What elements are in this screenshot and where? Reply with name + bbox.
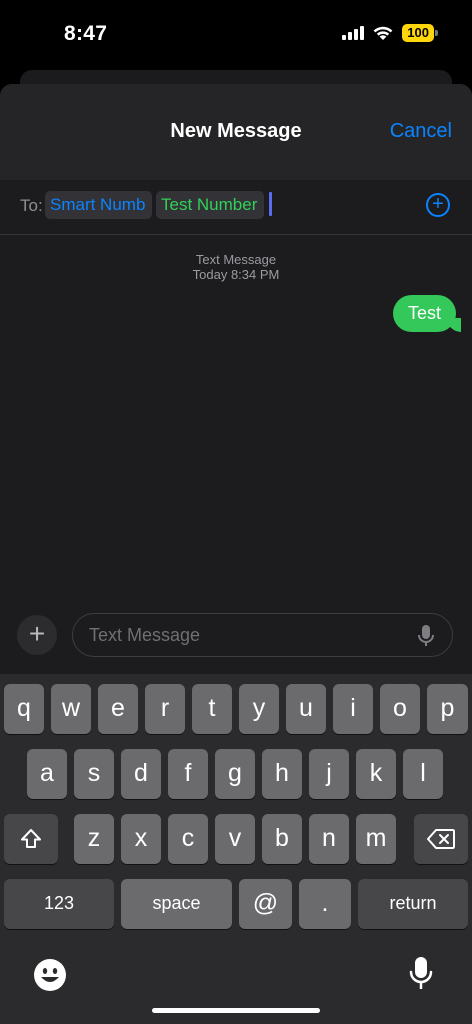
key-r[interactable]: r: [145, 684, 185, 734]
cancel-button[interactable]: Cancel: [390, 120, 452, 143]
nav-bar: New Message Cancel: [0, 84, 472, 180]
key-j[interactable]: j: [309, 749, 349, 799]
cellular-signal-icon: [342, 26, 365, 40]
recipient-chip-test-number[interactable]: Test Number: [156, 191, 264, 219]
status-icons: 100: [342, 24, 438, 42]
key-p[interactable]: p: [427, 684, 468, 734]
text-cursor: [269, 192, 272, 216]
key-h[interactable]: h: [262, 749, 302, 799]
key-x[interactable]: x: [121, 814, 161, 864]
key-l[interactable]: l: [403, 749, 443, 799]
key-w[interactable]: w: [51, 684, 91, 734]
numbers-key[interactable]: 123: [4, 879, 114, 929]
shift-key[interactable]: [4, 814, 58, 864]
key-b[interactable]: b: [262, 814, 302, 864]
key-f[interactable]: f: [168, 749, 208, 799]
timestamp-label: Today 8:34 PM: [192, 267, 280, 282]
delete-key[interactable]: [414, 814, 468, 864]
period-key[interactable]: .: [299, 879, 351, 929]
key-c[interactable]: c: [168, 814, 208, 864]
key-o[interactable]: o: [380, 684, 420, 734]
status-time: 8:47: [64, 22, 108, 45]
space-key[interactable]: space: [121, 879, 232, 929]
key-v[interactable]: v: [215, 814, 255, 864]
message-input[interactable]: [72, 613, 453, 657]
dictation-mic-icon[interactable]: [418, 625, 434, 647]
backspace-icon: [427, 829, 455, 850]
apps-plus-button[interactable]: +: [17, 615, 57, 655]
key-i[interactable]: i: [333, 684, 373, 734]
key-n[interactable]: n: [309, 814, 349, 864]
status-bar: 8:47 100: [0, 0, 472, 70]
to-label: To:: [20, 196, 43, 215]
battery-icon: 100: [402, 24, 438, 42]
recipient-field[interactable]: To: Smart Numb Test Number +: [0, 180, 472, 235]
key-a[interactable]: a: [27, 749, 67, 799]
key-s[interactable]: s: [74, 749, 114, 799]
key-t[interactable]: t: [192, 684, 232, 734]
add-contact-icon[interactable]: +: [426, 193, 450, 217]
shift-icon: [21, 829, 41, 849]
emoji-icon[interactable]: [33, 958, 67, 992]
keyboard: q w e r t y u i o p a s d f g h j k l z …: [0, 674, 472, 1024]
key-z[interactable]: z: [74, 814, 114, 864]
sent-message-bubble[interactable]: Test: [392, 295, 462, 332]
key-y[interactable]: y: [239, 684, 279, 734]
wifi-icon: [373, 26, 393, 40]
key-q[interactable]: q: [4, 684, 44, 734]
recipient-chip-smart-number[interactable]: Smart Numb: [45, 191, 152, 219]
return-key[interactable]: return: [358, 879, 468, 929]
service-label: Text Message: [195, 252, 277, 267]
keyboard-dictation-mic-icon[interactable]: [409, 956, 433, 992]
key-m[interactable]: m: [356, 814, 396, 864]
key-k[interactable]: k: [356, 749, 396, 799]
key-u[interactable]: u: [286, 684, 326, 734]
conversation-timestamp: Text Message Today 8:34 PM: [0, 252, 472, 282]
home-indicator: [152, 1008, 320, 1013]
at-key[interactable]: @: [239, 879, 292, 929]
key-g[interactable]: g: [215, 749, 255, 799]
key-e[interactable]: e: [98, 684, 138, 734]
key-d[interactable]: d: [121, 749, 161, 799]
